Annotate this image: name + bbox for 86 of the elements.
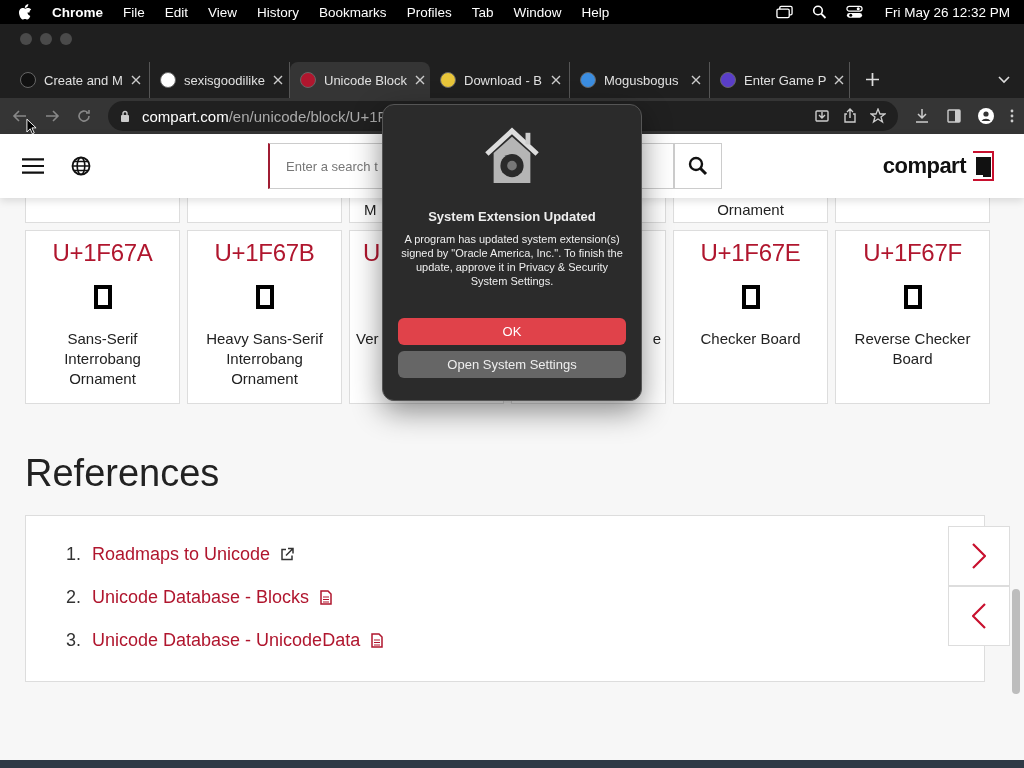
character-card[interactable]: U+1F67B Heavy Sans-Serif Interrobang Ornament — [187, 230, 342, 404]
close-icon[interactable] — [415, 75, 426, 85]
menu-item[interactable]: Profiles — [406, 4, 452, 20]
close-icon[interactable] — [551, 75, 561, 85]
logo-mark-icon — [972, 151, 994, 181]
missing-glyph-icon — [93, 285, 112, 309]
menu-item[interactable]: Help — [581, 4, 610, 20]
globe-icon[interactable] — [70, 156, 92, 176]
profile-icon[interactable] — [978, 108, 994, 124]
reference-link[interactable]: Unicode Database - Blocks — [92, 587, 310, 608]
search-button[interactable] — [674, 143, 722, 189]
share-icon[interactable] — [842, 108, 858, 124]
character-card[interactable]: Ornament — [673, 198, 828, 223]
close-icon[interactable] — [272, 75, 283, 85]
missing-glyph-icon — [741, 285, 760, 309]
reference-link[interactable]: Roadmaps to Unicode — [92, 544, 271, 565]
download-icon[interactable] — [914, 108, 930, 124]
character-name: Reverse Checker Board — [853, 329, 972, 369]
code-point: U — [363, 239, 381, 268]
menu-item[interactable]: Edit — [164, 4, 189, 20]
character-card[interactable]: U+1F67F Reverse Checker Board — [835, 230, 990, 404]
menu-item[interactable]: Tab — [471, 4, 494, 20]
favicon-icon — [300, 72, 316, 88]
character-name: Checker Board — [700, 329, 801, 349]
list-number: 3. — [66, 630, 82, 651]
list-number: 2. — [66, 587, 82, 608]
app-menu[interactable]: Chrome — [52, 4, 103, 20]
menu-item[interactable]: View — [208, 4, 238, 20]
code-point: U+1F67F — [863, 239, 962, 268]
code-point: U+1F67B — [214, 239, 315, 268]
lock-icon — [120, 110, 130, 122]
close-icon[interactable] — [691, 75, 701, 85]
chevron-left-icon — [972, 603, 986, 629]
chevron-right-icon — [972, 543, 986, 569]
character-name: Sans-Serif Interrobang Ornament — [63, 329, 142, 389]
control-center-icon[interactable] — [845, 5, 863, 19]
menu-icon[interactable] — [22, 156, 44, 176]
search-icon[interactable] — [810, 5, 828, 19]
external-link-icon — [280, 547, 295, 562]
star-icon[interactable] — [870, 108, 886, 124]
scrollbar-thumb[interactable] — [1012, 589, 1020, 694]
search-icon — [688, 156, 708, 176]
favicon-icon — [20, 72, 36, 88]
browser-tab[interactable]: Unicode Block — [290, 62, 430, 98]
character-card[interactable]: U+1F67A Sans-Serif Interrobang Ornament — [25, 230, 180, 404]
reload-icon[interactable] — [76, 108, 92, 124]
favicon-icon — [440, 72, 456, 88]
forward-icon[interactable] — [44, 108, 60, 124]
close-icon[interactable] — [834, 75, 845, 85]
new-tab-icon[interactable] — [866, 73, 879, 86]
character-name: Heavy Sans-Serif Interrobang Ornament — [205, 329, 324, 389]
character-name: M — [364, 200, 377, 220]
dialog-message: A program has updated system extension(s) signed by "Oracle America, Inc.". To finish the update, approve it in Privacy & Security System Settings. — [400, 232, 624, 288]
code-point: U+1F67E — [700, 239, 801, 268]
close-icon[interactable] — [131, 75, 141, 85]
dialog-title: System Extension Updated — [428, 209, 596, 224]
list-number: 1. — [66, 544, 82, 565]
menu-bar-clock: Fri May 26 12:32 PM — [884, 4, 1010, 20]
favicon-icon — [160, 72, 176, 88]
more-icon[interactable] — [1010, 108, 1014, 124]
missing-glyph-icon — [255, 285, 274, 309]
site-logo[interactable]: compart — [882, 153, 966, 179]
favicon-icon — [720, 72, 736, 88]
character-name: e — [652, 329, 661, 349]
code-point: U+1F67A — [52, 239, 153, 268]
section-heading: References — [25, 452, 221, 495]
favicon-icon — [580, 72, 596, 88]
tab-search-icon[interactable] — [998, 76, 1010, 84]
missing-glyph-icon — [903, 285, 922, 309]
menu-item[interactable]: Bookmarks — [319, 4, 387, 20]
windows-icon[interactable] — [775, 5, 793, 19]
install-icon[interactable] — [814, 108, 830, 124]
document-icon — [319, 590, 334, 605]
menu-item[interactable]: Window — [513, 4, 562, 20]
back-icon[interactable] — [12, 108, 28, 124]
side-panel-icon[interactable] — [946, 108, 962, 124]
menu-item[interactable]: History — [257, 4, 300, 20]
open-settings-button[interactable]: Open System Settings — [398, 351, 626, 378]
ok-button[interactable]: OK — [398, 318, 626, 345]
apple-logo-icon[interactable] — [18, 4, 32, 20]
menu-item[interactable]: File — [123, 4, 145, 20]
character-name: Ver — [356, 329, 379, 349]
character-name: Ornament — [717, 200, 784, 220]
reference-link[interactable]: Unicode Database - UnicodeData — [92, 630, 361, 651]
document-icon — [370, 633, 385, 648]
character-card[interactable]: U+1F67E Checker Board — [673, 230, 828, 404]
